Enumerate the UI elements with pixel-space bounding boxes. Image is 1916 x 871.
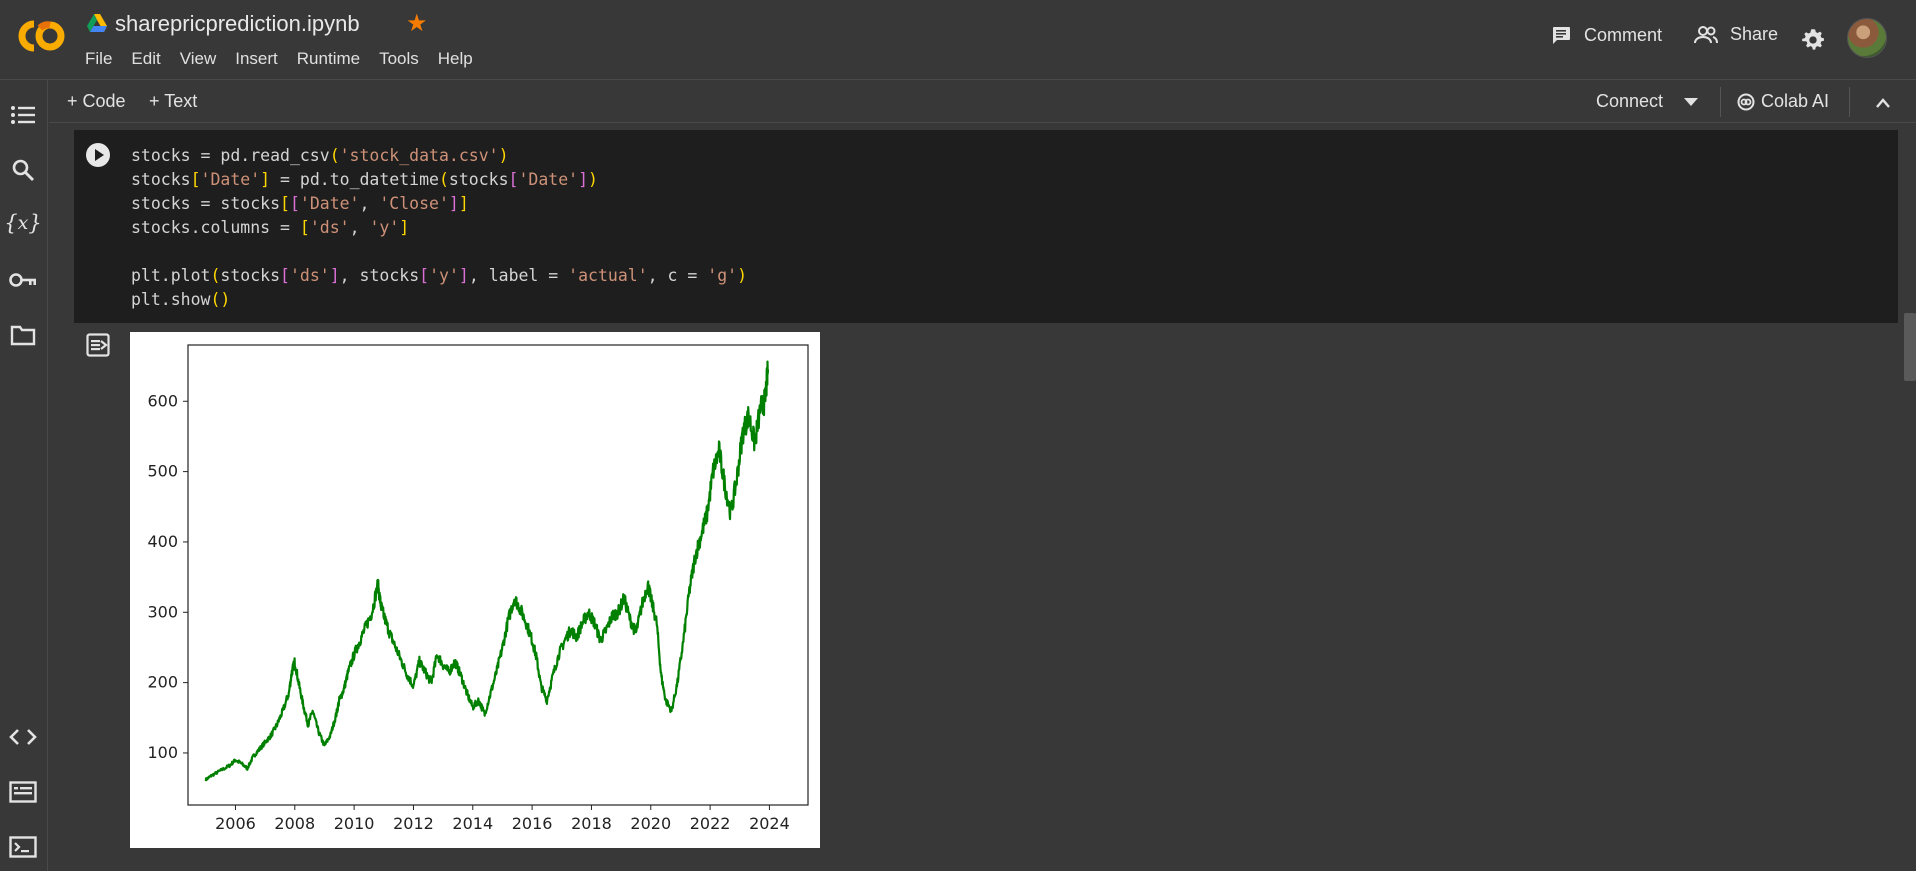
code-line: plt.show()	[131, 290, 231, 309]
gear-icon[interactable]	[1800, 27, 1826, 53]
toolbar-divider	[1720, 87, 1721, 117]
search-icon[interactable]	[8, 155, 38, 185]
left-sidebar: {x}	[0, 80, 48, 871]
menu-help[interactable]: Help	[438, 49, 473, 69]
menu-bar: File Edit View Insert Runtime Tools Help	[85, 49, 492, 69]
menu-edit[interactable]: Edit	[131, 49, 160, 69]
x-tick-label: 2014	[452, 814, 493, 833]
comment-button[interactable]: Comment	[1550, 24, 1662, 46]
colab-ai-button[interactable]: Colab AI	[1737, 91, 1829, 112]
connect-button[interactable]: Connect	[1596, 91, 1663, 112]
x-tick-label: 2024	[749, 814, 790, 833]
run-cell-button[interactable]	[86, 143, 110, 167]
y-tick-label: 100	[147, 743, 178, 762]
folder-icon[interactable]	[8, 320, 38, 350]
comment-icon	[1553, 27, 1570, 44]
y-tick-label: 300	[147, 602, 178, 621]
x-tick-label: 2012	[393, 814, 434, 833]
x-tick-label: 2010	[334, 814, 375, 833]
colab-ai-icon	[1737, 93, 1755, 110]
y-tick-label: 200	[147, 673, 178, 692]
add-text-button[interactable]: + Text	[149, 91, 197, 112]
drive-icon[interactable]	[87, 14, 107, 32]
menu-insert[interactable]: Insert	[235, 49, 278, 69]
x-tick-label: 2020	[630, 814, 671, 833]
output-actions-icon[interactable]	[86, 333, 112, 357]
code-line: stocks = pd.read_csv('stock_data.csv')	[131, 146, 509, 165]
variables-icon[interactable]: {x}	[4, 208, 41, 238]
y-tick-label: 400	[147, 532, 178, 551]
key-icon[interactable]	[8, 265, 38, 295]
menu-view[interactable]: View	[180, 49, 217, 69]
notebook-title[interactable]: sharepricprediction.ipynb	[115, 11, 360, 37]
share-button[interactable]: Share	[1694, 24, 1778, 45]
code-line: stocks = stocks[['Date', 'Close']]	[131, 194, 469, 213]
colab-window: sharepricprediction.ipynb ★ File Edit Vi…	[0, 0, 1916, 871]
menu-runtime[interactable]: Runtime	[297, 49, 360, 69]
chevron-up-icon[interactable]	[1876, 96, 1890, 110]
share-label: Share	[1730, 24, 1779, 44]
code-line: stocks.columns = ['ds', 'y']	[131, 218, 410, 237]
code-line: plt.plot(stocks['ds'], stocks['y'], labe…	[131, 266, 748, 285]
x-tick-label: 2022	[690, 814, 731, 833]
line-chart: 2006 2008 2010 2012 2014 2016 2018 2020 2022 2024…	[130, 332, 820, 848]
x-tick-label: 2018	[571, 814, 612, 833]
notebook-toolbar: + Code + Text Connect Colab AI	[49, 81, 1916, 123]
colab-ai-label: Colab AI	[1761, 91, 1830, 111]
avatar[interactable]	[1847, 18, 1887, 58]
toolbar-divider	[1849, 87, 1850, 117]
header: sharepricprediction.ipynb ★ File Edit Vi…	[0, 0, 1916, 80]
x-tick-label: 2016	[512, 814, 553, 833]
code-snippets-icon[interactable]	[8, 722, 38, 752]
code-editor[interactable]: stocks = pd.read_csv('stock_data.csv')st…	[131, 144, 747, 312]
y-tick-label: 600	[147, 391, 178, 410]
star-icon[interactable]: ★	[406, 10, 428, 38]
code-line: stocks['Date'] = pd.to_datetime(stocks['…	[131, 170, 598, 189]
chevron-down-icon[interactable]	[1684, 98, 1698, 106]
x-tick-label: 2006	[215, 814, 256, 833]
command-palette-icon[interactable]	[8, 777, 38, 807]
terminal-icon[interactable]	[8, 832, 38, 862]
table-of-contents-icon[interactable]	[8, 100, 38, 130]
y-tick-label: 500	[147, 462, 178, 481]
code-cell[interactable]: stocks = pd.read_csv('stock_data.csv')st…	[74, 130, 1898, 323]
menu-tools[interactable]: Tools	[379, 49, 419, 69]
add-code-button[interactable]: + Code	[67, 91, 126, 112]
colab-logo[interactable]	[12, 14, 68, 58]
vertical-scrollbar[interactable]	[1904, 313, 1916, 381]
comment-label: Comment	[1584, 24, 1663, 45]
x-tick-label: 2008	[274, 814, 315, 833]
menu-file[interactable]: File	[85, 49, 112, 69]
people-icon	[1694, 25, 1718, 43]
